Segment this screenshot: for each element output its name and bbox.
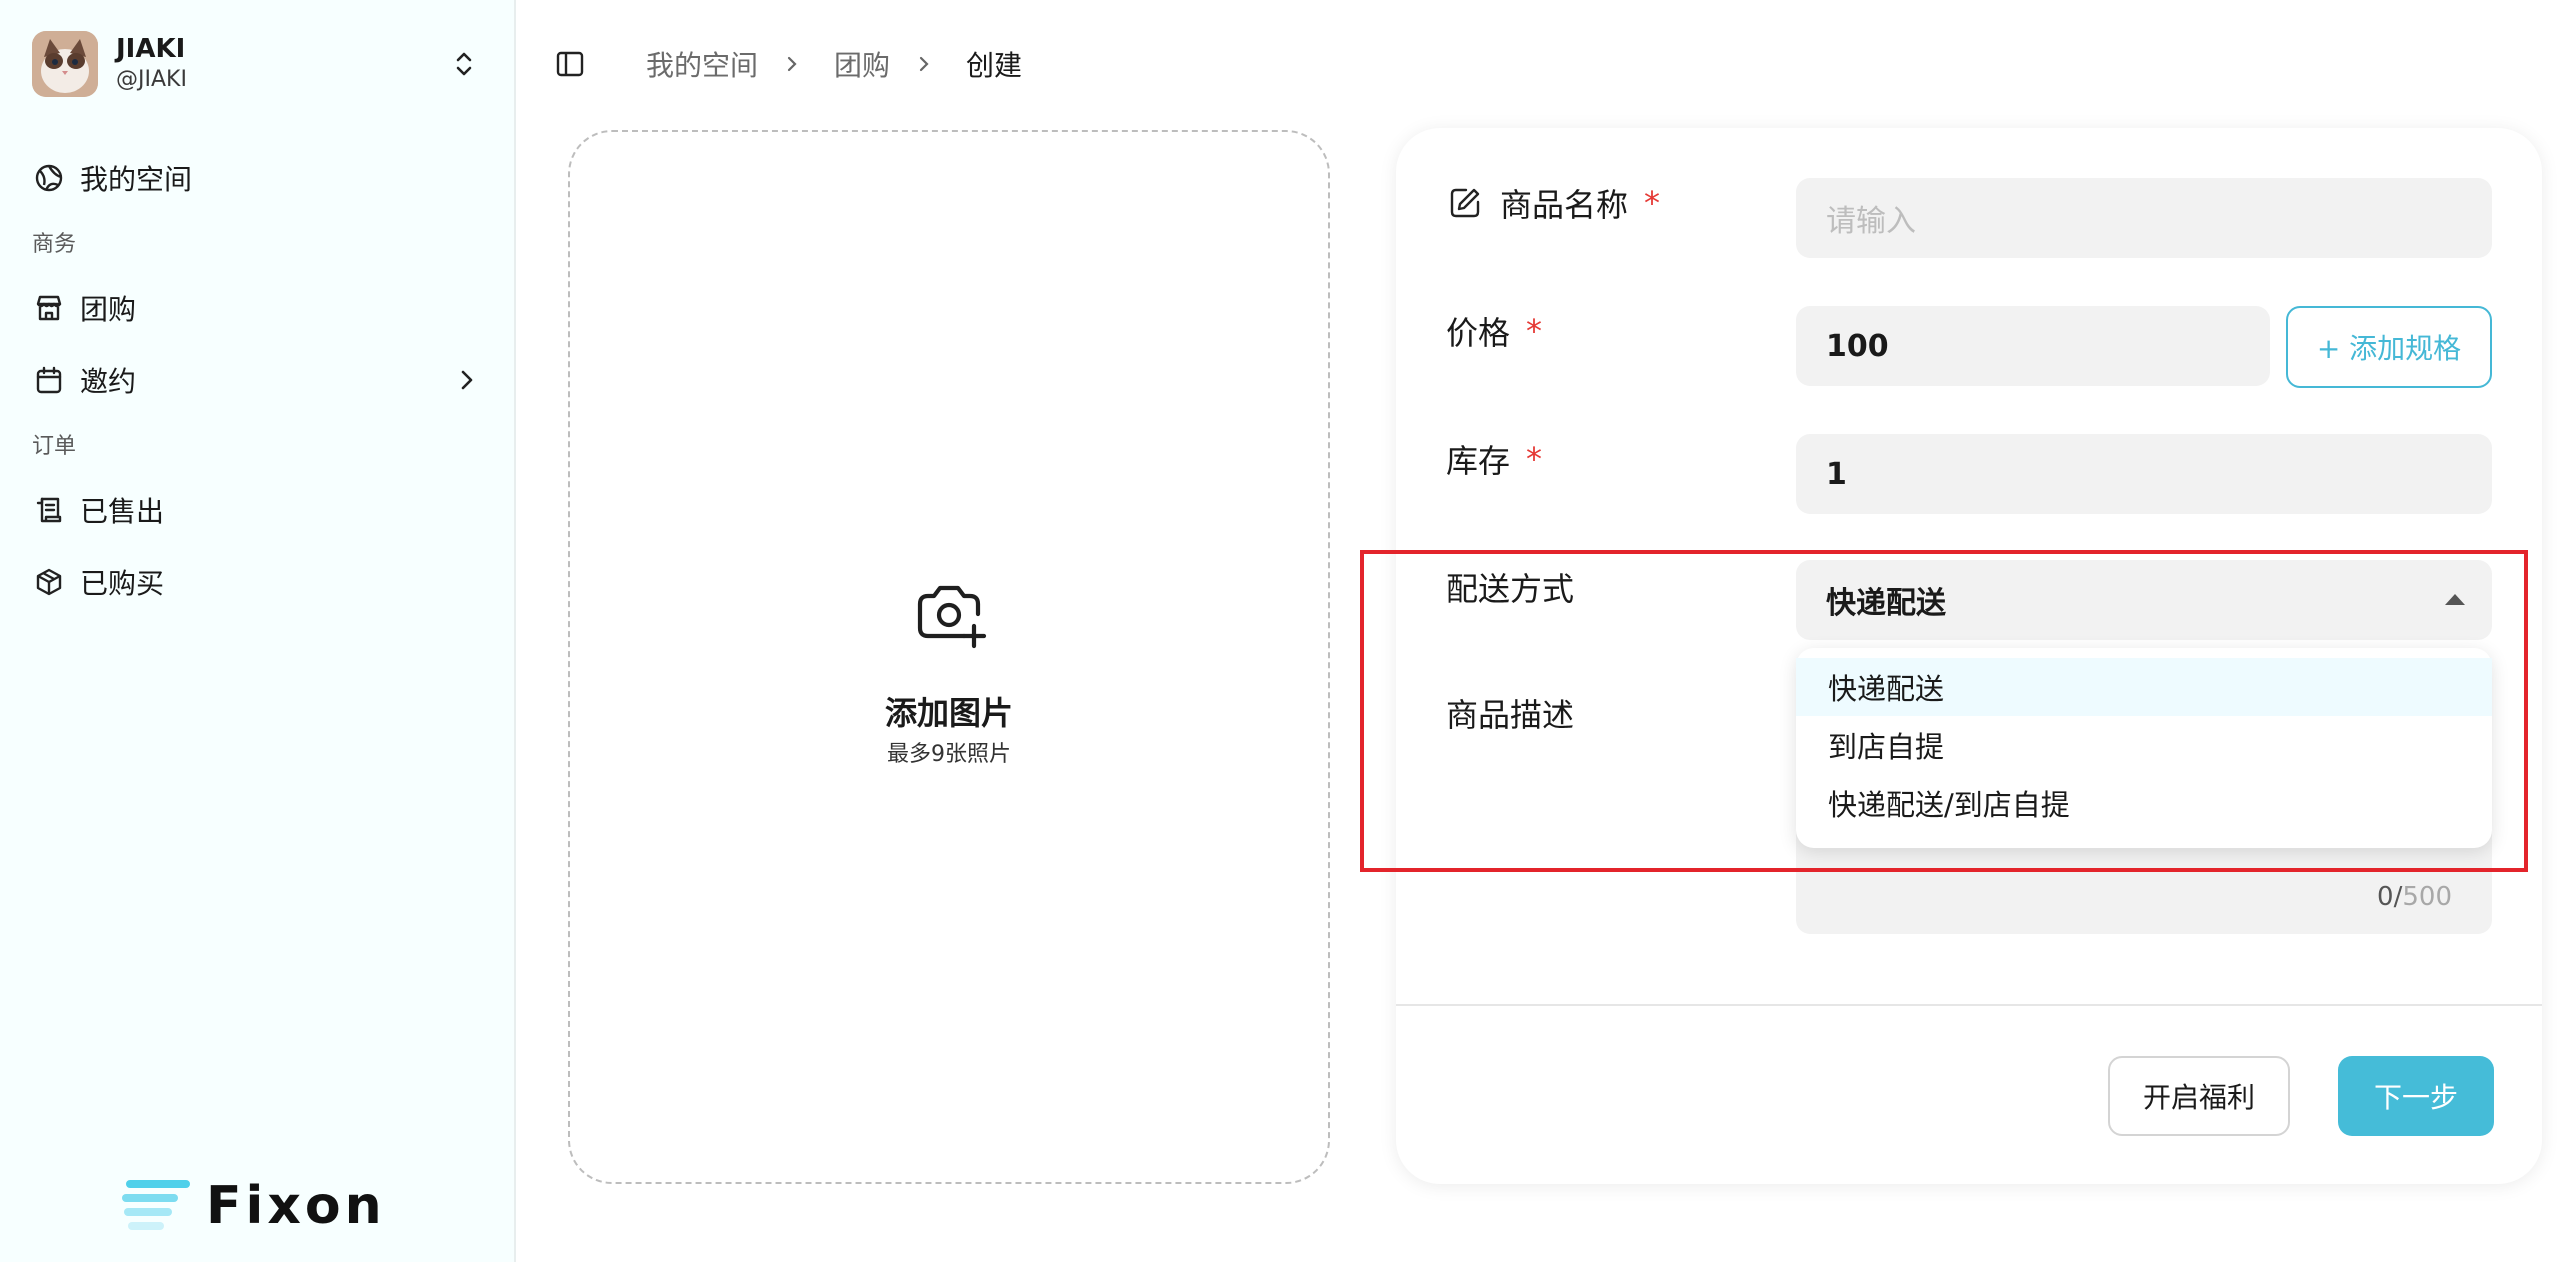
- sidebar-item-label: 我的空间: [80, 163, 193, 196]
- sidebar-item-purchased[interactable]: 已购买: [32, 554, 484, 610]
- chevron-right-icon: [450, 363, 484, 397]
- price-label: 价格 *: [1446, 312, 1543, 352]
- camera-plus-icon: [912, 576, 990, 654]
- store-icon: [32, 291, 66, 325]
- sidebar-panel-icon: [556, 51, 584, 77]
- option-express[interactable]: 快递配送: [1796, 658, 2492, 716]
- sidebar-item-label: 团购: [80, 293, 137, 326]
- account-switcher[interactable]: JIAKI @JIAKI: [32, 30, 484, 98]
- add-spec-button[interactable]: + 添加规格: [2286, 306, 2492, 388]
- sidebar-item-label: 已售出: [80, 495, 165, 528]
- section-heading-orders: 订单: [32, 434, 77, 459]
- user-handle: @JIAKI: [116, 67, 187, 92]
- sidebar: JIAKI @JIAKI 我的空间 商务 团购 邀约 订单 已售出 已购买 Fi…: [0, 0, 516, 1262]
- sidebar-item-label: 已购买: [80, 567, 165, 600]
- edit-icon: [1446, 184, 1484, 222]
- delivery-method-select[interactable]: 快递配送: [1796, 560, 2492, 640]
- chevron-right-icon: [786, 54, 806, 74]
- caret-up-icon: [2445, 594, 2465, 605]
- chevron-updown-icon: [444, 44, 484, 84]
- sidebar-item-label: 邀约: [80, 365, 137, 398]
- option-express-or-pickup[interactable]: 快递配送/到店自提: [1796, 774, 2492, 832]
- globe-icon: [32, 161, 66, 195]
- sidebar-item-my-space[interactable]: 我的空间: [32, 150, 484, 206]
- char-counter: 0/500: [2377, 882, 2452, 912]
- brand-logo: Fixon: [122, 1176, 386, 1236]
- description-label: 商品描述: [1446, 696, 1575, 734]
- required-mark: *: [1526, 440, 1543, 478]
- sidebar-item-sold[interactable]: 已售出: [32, 482, 484, 538]
- image-upload-area[interactable]: 添加图片 最多9张照片: [568, 130, 1330, 1184]
- breadcrumb: 我的空间 团购 创建: [646, 44, 1022, 84]
- price-input[interactable]: 100: [1796, 306, 2270, 386]
- upload-title: 添加图片: [884, 694, 1013, 732]
- package-icon: [32, 565, 66, 599]
- breadcrumb-group-buy[interactable]: 团购: [834, 44, 890, 84]
- option-store-pickup[interactable]: 到店自提: [1796, 716, 2492, 774]
- section-heading-business: 商务: [32, 232, 77, 257]
- receipt-icon: [32, 493, 66, 527]
- upload-hint: 最多9张照片: [887, 742, 1011, 767]
- sidebar-item-group-buy[interactable]: 团购: [32, 280, 484, 336]
- required-mark: *: [1644, 184, 1661, 222]
- breadcrumb-current: 创建: [966, 49, 1023, 82]
- toggle-sidebar-button[interactable]: [552, 46, 588, 82]
- logo-mark-icon: [122, 1180, 190, 1230]
- sidebar-item-invitation[interactable]: 邀约: [32, 352, 484, 408]
- required-mark: *: [1526, 312, 1543, 350]
- chevron-right-icon: [918, 54, 938, 74]
- enable-welfare-button[interactable]: 开启福利: [2108, 1056, 2290, 1136]
- calendar-icon: [32, 363, 66, 397]
- breadcrumb-my-space[interactable]: 我的空间: [646, 44, 758, 84]
- stock-input[interactable]: 1: [1796, 434, 2492, 514]
- user-name: JIAKI: [116, 34, 186, 64]
- divider: [1396, 1004, 2542, 1006]
- product-form: 商品名称 * 请输入 价格 * 100 + 添加规格 库存 * 1 配送方式 快…: [1396, 128, 2542, 1184]
- logo-text: Fixon: [206, 1176, 386, 1236]
- delivery-method-label: 配送方式: [1446, 570, 1575, 608]
- product-name-input[interactable]: 请输入: [1796, 178, 2492, 258]
- product-name-label: 商品名称 *: [1446, 180, 1660, 226]
- stock-label: 库存 *: [1446, 440, 1543, 480]
- delivery-method-dropdown: 快递配送 到店自提 快递配送/到店自提: [1796, 648, 2492, 848]
- delivery-method-selected: 快递配送: [1826, 586, 1946, 621]
- next-step-button[interactable]: 下一步: [2338, 1056, 2494, 1136]
- avatar: [32, 31, 98, 97]
